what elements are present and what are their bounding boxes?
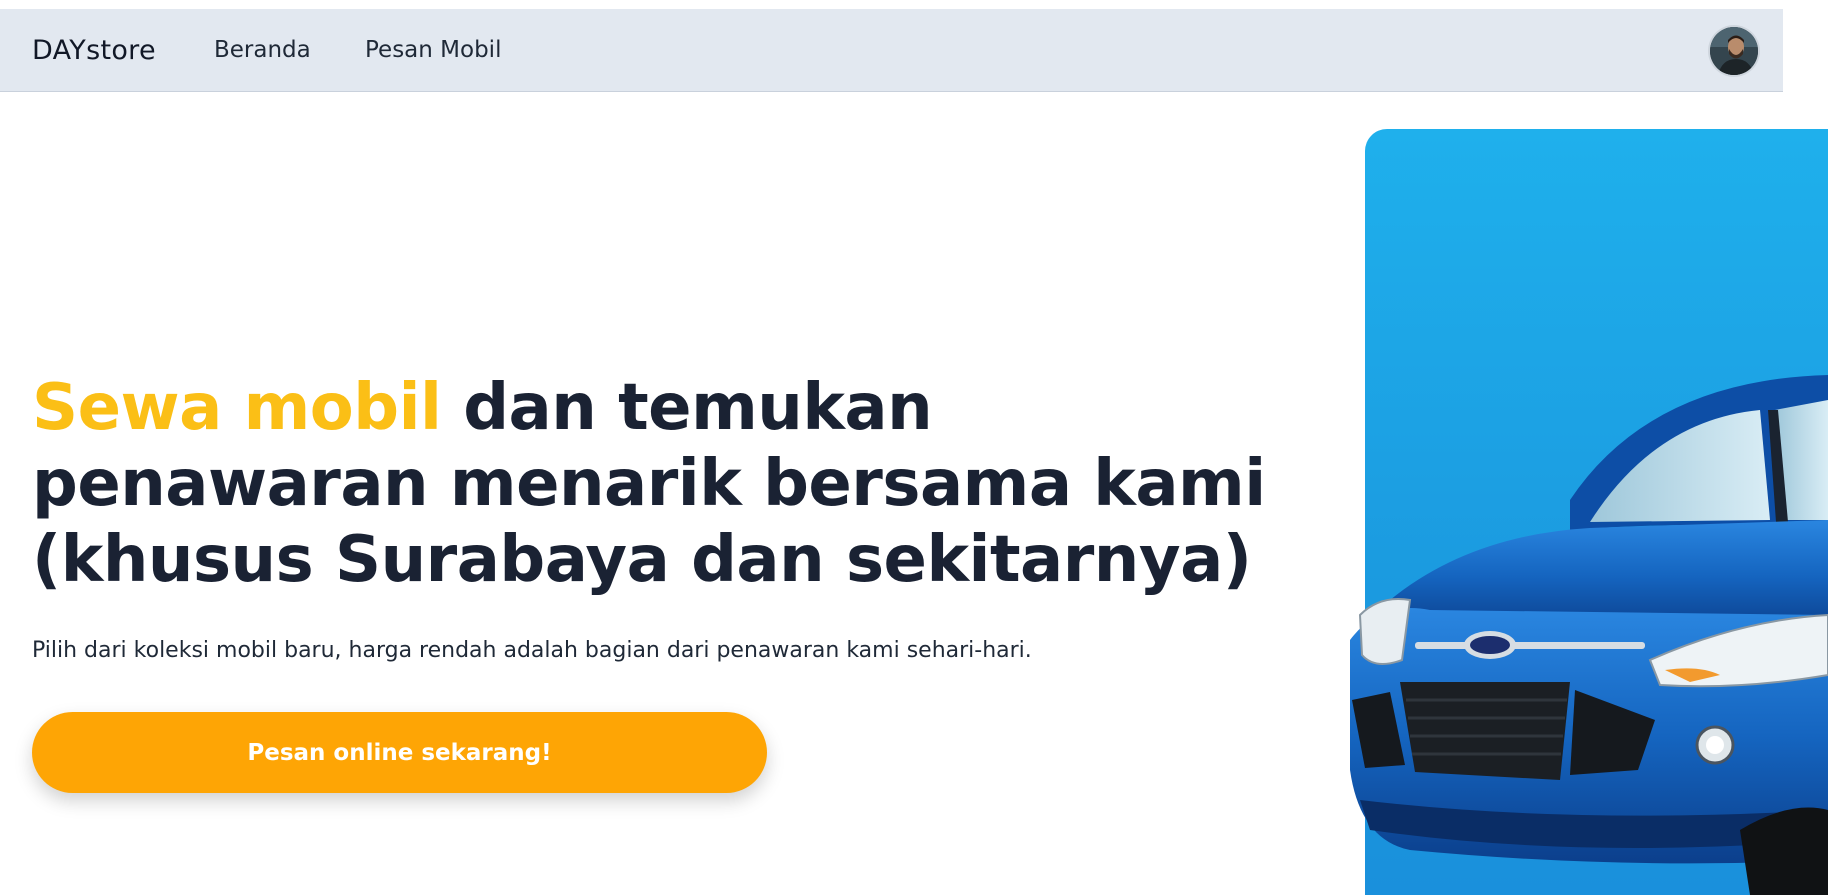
top-strip [0,0,1828,9]
nav-link-pesan-mobil[interactable]: Pesan Mobil [365,9,501,92]
page: DAYstore Beranda Pesan Mobil Sewa mobil … [0,0,1828,895]
brand-logo[interactable]: DAYstore [32,9,156,92]
hero-title: Sewa mobil dan temukan penawaran menarik… [32,370,1312,598]
hero-title-accent: Sewa mobil [32,371,442,445]
user-avatar[interactable] [1710,27,1758,75]
order-online-button[interactable]: Pesan online sekarang! [32,712,767,793]
nav-link-beranda[interactable]: Beranda [214,9,311,92]
avatar-photo-icon [1710,27,1758,75]
hero-subtitle: Pilih dari koleksi mobil baru, harga ren… [32,638,1032,663]
blue-car-image [1350,375,1828,895]
navbar: DAYstore Beranda Pesan Mobil [0,9,1783,92]
